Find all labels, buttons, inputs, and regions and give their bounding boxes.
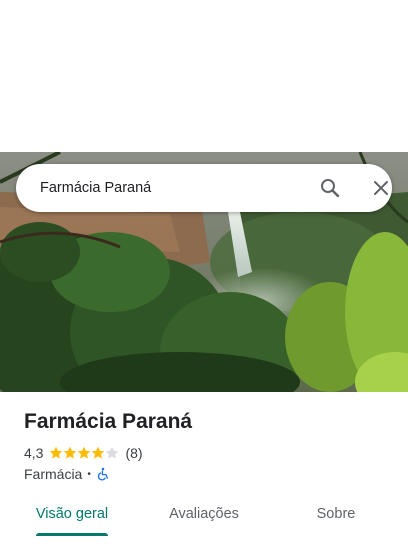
active-tab-indicator	[36, 533, 108, 536]
tab-about[interactable]: Sobre	[286, 492, 386, 536]
star-icon	[78, 446, 91, 459]
tab-overview[interactable]: Visão geral	[22, 492, 122, 536]
search-bar[interactable]: Farmácia Paraná	[16, 164, 392, 212]
category-row: Farmácia •	[24, 465, 110, 483]
star-rating-icons	[50, 446, 119, 459]
tab-reviews[interactable]: Avaliações	[154, 492, 254, 536]
place-tabs: Visão geral Avaliações Sobre	[0, 492, 408, 544]
rating-value: 4,3	[24, 445, 44, 461]
wheelchair-accessible-icon	[96, 467, 110, 481]
top-blank-area	[0, 0, 408, 152]
search-input[interactable]: Farmácia Paraná	[40, 164, 151, 212]
star-icon	[92, 446, 105, 459]
search-icon[interactable]	[318, 176, 342, 200]
star-rating	[49, 446, 119, 460]
place-title: Farmácia Paraná	[24, 410, 193, 433]
close-icon[interactable]	[369, 176, 393, 200]
review-count[interactable]: (8)	[125, 445, 142, 461]
star-icon	[50, 446, 63, 459]
star-empty-icon	[106, 446, 119, 459]
star-icon	[64, 446, 77, 459]
place-category[interactable]: Farmácia	[24, 466, 82, 482]
separator-dot: •	[87, 468, 91, 480]
rating-row[interactable]: 4,3 (8)	[24, 444, 143, 462]
